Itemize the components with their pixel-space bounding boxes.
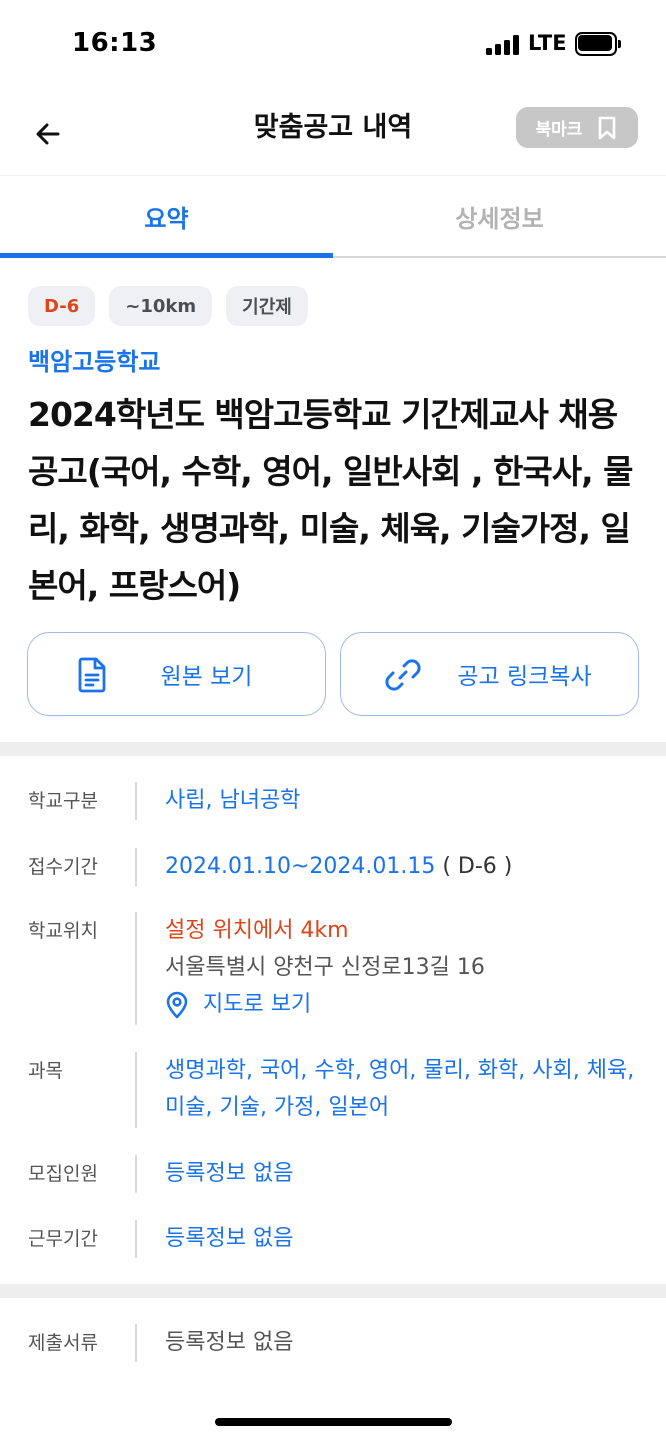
info-value: 생명과학, 국어, 수학, 영어, 물리, 화학, 사회, 체육, 미술, 기술… (165, 1058, 635, 1120)
app-header: 맞춤공고 내역 북마크 (0, 90, 666, 176)
tab-summary[interactable]: 요약 (0, 176, 333, 256)
location-pin-icon (166, 991, 188, 1018)
status-time: 16:13 (72, 28, 158, 58)
info-label: 학교구분 (28, 790, 98, 812)
period-dates: 2024.01.10~2024.01.15 (165, 854, 436, 879)
bookmark-button[interactable]: 북마크 (516, 107, 638, 148)
battery-icon (575, 32, 621, 56)
tab-bar: 요약 상세정보 (0, 176, 666, 258)
info-value: 등록정보 없음 (165, 1330, 294, 1355)
view-original-button[interactable]: 원본 보기 (27, 632, 326, 716)
signal-icon (486, 35, 520, 55)
info-label: 학교위치 (28, 920, 98, 942)
tag-chips: D-6 ~10km 기간제 (28, 286, 308, 326)
post-title: 2024학년도 백암고등학교 기간제교사 채용 공고(국어, 수학, 영어, 일… (28, 395, 633, 605)
active-tab-indicator (0, 253, 333, 258)
bookmark-icon (599, 116, 616, 139)
info-label: 접수기간 (28, 856, 98, 878)
home-indicator[interactable] (215, 1418, 452, 1426)
network-label: LTE (528, 31, 567, 55)
distance-chip: ~10km (109, 286, 213, 326)
section-divider (0, 742, 666, 756)
info-value: 설정 위치에서 4km 서울특별시 양천구 신정로13길 16 지도로 보기 (165, 912, 640, 1023)
bookmark-label: 북마크 (535, 120, 583, 140)
view-map-label: 지도로 보기 (203, 992, 312, 1017)
status-bar: 16:13 LTE (0, 0, 666, 90)
copy-link-button[interactable]: 공고 링크복사 (340, 632, 639, 716)
info-label: 근무기간 (28, 1228, 98, 1250)
info-value: 등록정보 없음 (165, 1226, 294, 1251)
info-label: 제출서류 (28, 1332, 98, 1354)
info-label: 모집인원 (28, 1163, 98, 1185)
info-value: 등록정보 없음 (165, 1161, 294, 1186)
info-label: 과목 (28, 1060, 63, 1082)
view-original-label: 원본 보기 (160, 664, 253, 690)
location-distance: 설정 위치에서 4km (165, 918, 349, 943)
copy-link-label: 공고 링크복사 (457, 664, 592, 690)
action-buttons: 원본 보기 공고 링크복사 (27, 632, 639, 716)
period-dday: ( D-6 ) (435, 854, 513, 879)
info-value: 사립, 남녀공학 (165, 788, 301, 813)
section-divider (0, 1284, 666, 1298)
tab-detail-info[interactable]: 상세정보 (333, 176, 666, 256)
employment-type-chip: 기간제 (226, 286, 308, 326)
school-name: 백암고등학교 (28, 348, 161, 376)
view-map-link[interactable]: 지도로 보기 (165, 986, 640, 1023)
location-address: 서울특별시 양천구 신정로13길 16 (165, 955, 485, 980)
dday-chip: D-6 (28, 286, 96, 326)
info-value: 2024.01.10~2024.01.15 ( D-6 ) (165, 848, 640, 885)
